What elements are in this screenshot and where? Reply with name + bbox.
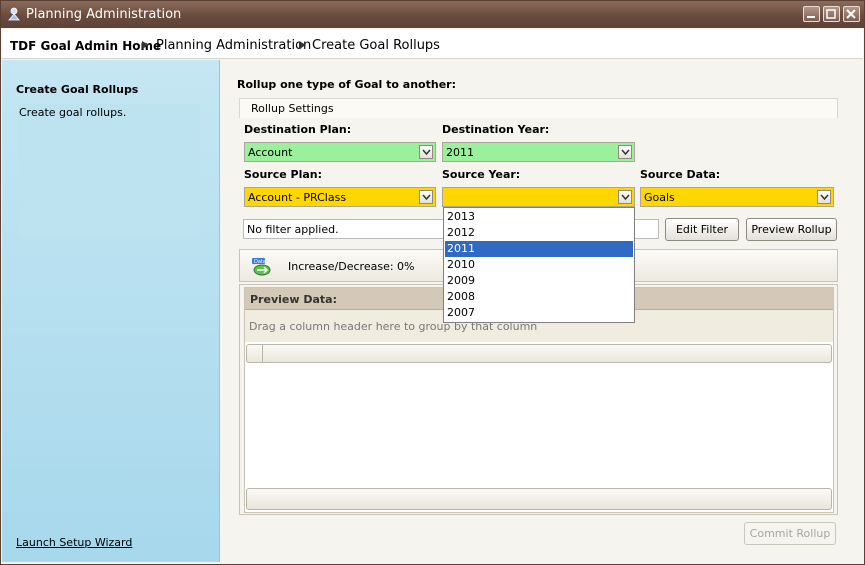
- source-year-option-selected[interactable]: 2011: [445, 241, 633, 257]
- app-window: Planning Administration TDF Goal Admin H…: [0, 0, 865, 565]
- close-button[interactable]: [843, 6, 860, 22]
- window-title: Planning Administration: [26, 7, 182, 22]
- maximize-button[interactable]: [823, 6, 840, 22]
- page-heading: Rollup one type of Goal to another:: [237, 78, 456, 91]
- commit-rollup-button[interactable]: Commit Rollup: [744, 522, 836, 545]
- source-year-option[interactable]: 2007: [445, 305, 633, 321]
- destination-plan-value: Account: [248, 146, 293, 159]
- breadcrumb-current: Create Goal Rollups: [312, 38, 440, 53]
- column-header-row[interactable]: [246, 344, 832, 363]
- launch-setup-wizard-link[interactable]: Launch Setup Wizard: [16, 536, 132, 549]
- source-plan-combo[interactable]: Account - PRClass: [244, 187, 436, 207]
- chevron-down-icon[interactable]: [817, 190, 831, 204]
- minimize-icon: [807, 16, 815, 18]
- breadcrumb: TDF Goal Admin Home Planning Administrat…: [2, 29, 863, 59]
- sidebar-description: Create goal rollups.: [19, 106, 127, 119]
- source-year-option[interactable]: 2008: [445, 289, 633, 305]
- source-year-dropdown-list[interactable]: 2013 2012 2011 2010 2009 2008 2007: [443, 207, 635, 323]
- source-year-option[interactable]: 2010: [445, 257, 633, 273]
- source-year-label: Source Year:: [442, 168, 521, 181]
- chevron-down-icon[interactable]: [618, 145, 632, 159]
- destination-plan-combo[interactable]: Account: [244, 142, 436, 162]
- source-year-option[interactable]: 2012: [445, 225, 633, 241]
- source-plan-value: Account - PRClass: [248, 191, 347, 204]
- source-year-option[interactable]: 2009: [445, 273, 633, 289]
- breadcrumb-home[interactable]: TDF Goal Admin Home: [10, 39, 161, 53]
- breadcrumb-planning-admin[interactable]: Planning Administration: [156, 38, 311, 53]
- increase-decrease-text: Increase/Decrease: 0%: [288, 260, 415, 273]
- preview-rollup-button[interactable]: Preview Rollup: [746, 218, 837, 241]
- source-data-combo[interactable]: Goals: [640, 187, 834, 207]
- close-icon: [846, 9, 856, 19]
- svg-text:Data: Data: [254, 259, 266, 265]
- maximize-icon: [826, 9, 836, 19]
- chevron-down-icon[interactable]: [618, 190, 632, 204]
- edit-filter-button[interactable]: Edit Filter: [665, 218, 739, 241]
- title-bar[interactable]: Planning Administration: [1, 1, 864, 28]
- rollup-settings-label: Rollup Settings: [251, 102, 334, 115]
- app-icon: [8, 7, 20, 21]
- minimize-button[interactable]: [803, 6, 820, 22]
- source-plan-label: Source Plan:: [244, 168, 323, 181]
- destination-plan-label: Destination Plan:: [244, 123, 352, 136]
- destination-year-value: 2011: [446, 146, 474, 159]
- chevron-down-icon[interactable]: [419, 145, 433, 159]
- breadcrumb-arrow-icon: [142, 41, 149, 49]
- preview-title: Preview Data:: [250, 293, 337, 306]
- sidebar: Create Goal Rollups Create goal rollups.…: [2, 60, 220, 562]
- sidebar-description-box: Create goal rollups.: [18, 104, 200, 236]
- destination-year-label: Destination Year:: [442, 123, 550, 136]
- source-year-option[interactable]: 2013: [445, 209, 633, 225]
- source-year-combo[interactable]: [442, 187, 635, 207]
- filter-status-text: No filter applied.: [247, 223, 339, 236]
- sidebar-heading: Create Goal Rollups: [16, 83, 139, 96]
- data-refresh-icon[interactable]: Data: [251, 257, 273, 277]
- rollup-settings-group: Rollup Settings: [239, 98, 838, 118]
- source-data-value: Goals: [644, 191, 675, 204]
- destination-year-combo[interactable]: 2011: [442, 142, 635, 162]
- chevron-down-icon[interactable]: [419, 190, 433, 204]
- grid-footer: [246, 488, 832, 510]
- row-selector-header[interactable]: [247, 345, 263, 362]
- source-data-label: Source Data:: [640, 168, 721, 181]
- breadcrumb-arrow-icon: [299, 41, 306, 49]
